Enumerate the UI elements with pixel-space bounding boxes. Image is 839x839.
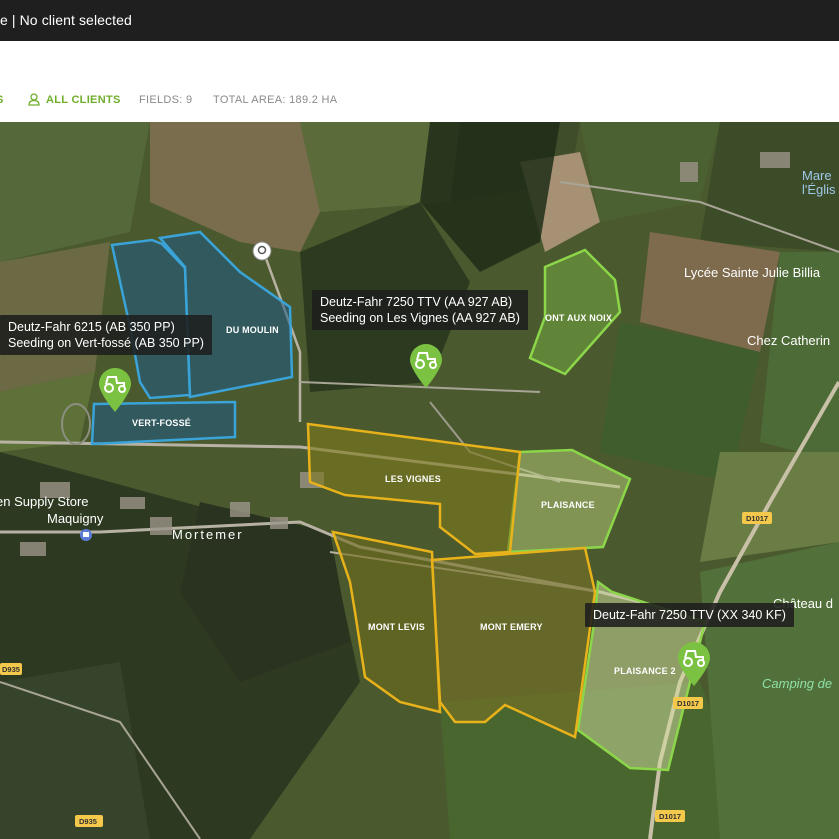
satellite-map[interactable]: DU MOULIN VERT-FOSSÉ ONT AUX NOIX LES VI… <box>0 122 839 839</box>
location-pin-icon[interactable] <box>252 241 272 261</box>
tooltip-line-1: Deutz-Fahr 7250 TTV (AA 927 AB) <box>320 295 513 309</box>
tractor-tooltip-aa-927-ab: Deutz-Fahr 7250 TTV (AA 927 AB) Seeding … <box>312 290 528 330</box>
svg-text:D1017: D1017 <box>746 514 768 523</box>
field-label-vert-fosse: VERT-FOSSÉ <box>132 418 191 428</box>
field-label-plaisance-2: PLAISANCE 2 <box>614 666 676 676</box>
tooltip-line-1: Deutz-Fahr 7250 TTV (XX 340 KF) <box>593 608 786 622</box>
road-label-d935-a: D935 <box>0 663 22 675</box>
place-mare: Mare <box>802 168 832 183</box>
place-eglise: l'Églis <box>802 182 836 197</box>
top-bar: e | No client selected <box>0 0 839 41</box>
tooltip-line-2: Seeding on Les Vignes (AA 927 AB) <box>320 311 520 325</box>
field-label-mont-aux-noix: ONT AUX NOIX <box>545 313 612 323</box>
page-title: e | No client selected <box>0 12 132 28</box>
tractor-pin-ab-350-pp[interactable] <box>96 366 134 414</box>
road-label-d1017-a: D1017 <box>742 512 772 524</box>
tooltip-line-2: Seeding on Vert-fossé (AB 350 PP) <box>8 336 204 350</box>
filter-fragment[interactable]: S <box>0 94 4 106</box>
user-icon <box>28 93 40 106</box>
road-label-d1017-c: D1017 <box>655 810 685 822</box>
toolbar <box>0 41 839 122</box>
fields-count: FIELDS: 9 <box>139 94 193 106</box>
tractor-tooltip-ab-350-pp: Deutz-Fahr 6215 (AB 350 PP) Seeding on V… <box>0 315 212 355</box>
all-clients-label: ALL CLIENTS <box>46 94 121 106</box>
place-camping: Camping de <box>762 676 832 691</box>
field-label-du-moulin: DU MOULIN <box>226 325 279 335</box>
svg-text:D1017: D1017 <box>659 812 681 821</box>
svg-text:D935: D935 <box>2 665 20 674</box>
place-chez-catherine: Chez Catherin <box>747 333 830 348</box>
place-mortemer: Mortemer <box>172 527 244 542</box>
place-maquigny: Maquigny <box>47 511 104 526</box>
tractor-tooltip-xx-340-kf: Deutz-Fahr 7250 TTV (XX 340 KF) <box>585 603 794 627</box>
store-icon <box>80 529 92 541</box>
svg-text:D1017: D1017 <box>677 699 699 708</box>
field-label-mont-emery: MONT EMERY <box>480 622 543 632</box>
tractor-pin-aa-927-ab[interactable] <box>407 342 445 390</box>
place-lycee: Lycée Sainte Julie Billia <box>684 265 821 280</box>
svg-text:D935: D935 <box>79 817 97 826</box>
total-area: TOTAL AREA: 189.2 HA <box>213 94 338 106</box>
place-supply-store: en Supply Store <box>0 494 89 509</box>
road-label-d1017-b: D1017 <box>673 697 703 709</box>
tooltip-line-1: Deutz-Fahr 6215 (AB 350 PP) <box>8 320 175 334</box>
map-canvas[interactable]: DU MOULIN VERT-FOSSÉ ONT AUX NOIX LES VI… <box>0 122 839 839</box>
field-label-les-vignes: LES VIGNES <box>385 474 441 484</box>
field-label-plaisance: PLAISANCE <box>541 500 595 510</box>
road-label-d935-b: D935 <box>75 815 103 827</box>
tractor-pin-xx-340-kf[interactable] <box>675 640 713 688</box>
field-mont-emery[interactable] <box>430 546 597 739</box>
field-label-mont-levis: MONT LEVIS <box>368 622 425 632</box>
